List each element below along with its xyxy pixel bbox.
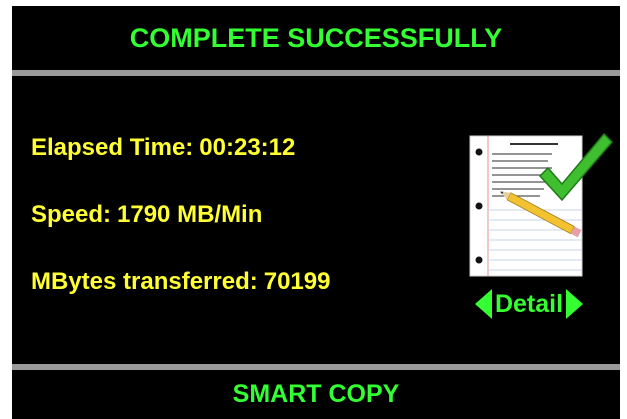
header-divider: [12, 70, 620, 76]
document-checkmark-icon: [469, 132, 614, 277]
detail-navigation: Detail: [456, 282, 602, 326]
result-screen: COMPLETE SUCCESSFULLY Elapsed Time: 00:23…: [12, 6, 620, 419]
mbytes-transferred-value: 70199: [263, 268, 331, 295]
speed-row: Speed: 1790 MB/Min: [31, 201, 262, 229]
detail-button[interactable]: Detail: [495, 290, 563, 319]
elapsed-time-row: Elapsed Time: 00:23:12: [31, 134, 295, 162]
speed-label: Speed:: [31, 201, 112, 228]
elapsed-time-value: 00:23:12: [199, 134, 296, 161]
arrow-right-icon[interactable]: [566, 289, 584, 319]
footer-title: SMART COPY: [232, 380, 400, 408]
mbytes-transferred-label: MBytes transferred:: [31, 268, 258, 295]
speed-value: 1790 MB/Min: [117, 201, 263, 228]
stage: COMPLETE SUCCESSFULLY Elapsed Time: 00:23…: [0, 0, 627, 419]
mbytes-transferred-row: MBytes transferred: 70199: [31, 268, 330, 296]
elapsed-time-label: Elapsed Time:: [31, 134, 194, 161]
arrow-left-icon[interactable]: [474, 289, 492, 319]
status-title: COMPLETE SUCCESSFULLY: [129, 22, 503, 53]
